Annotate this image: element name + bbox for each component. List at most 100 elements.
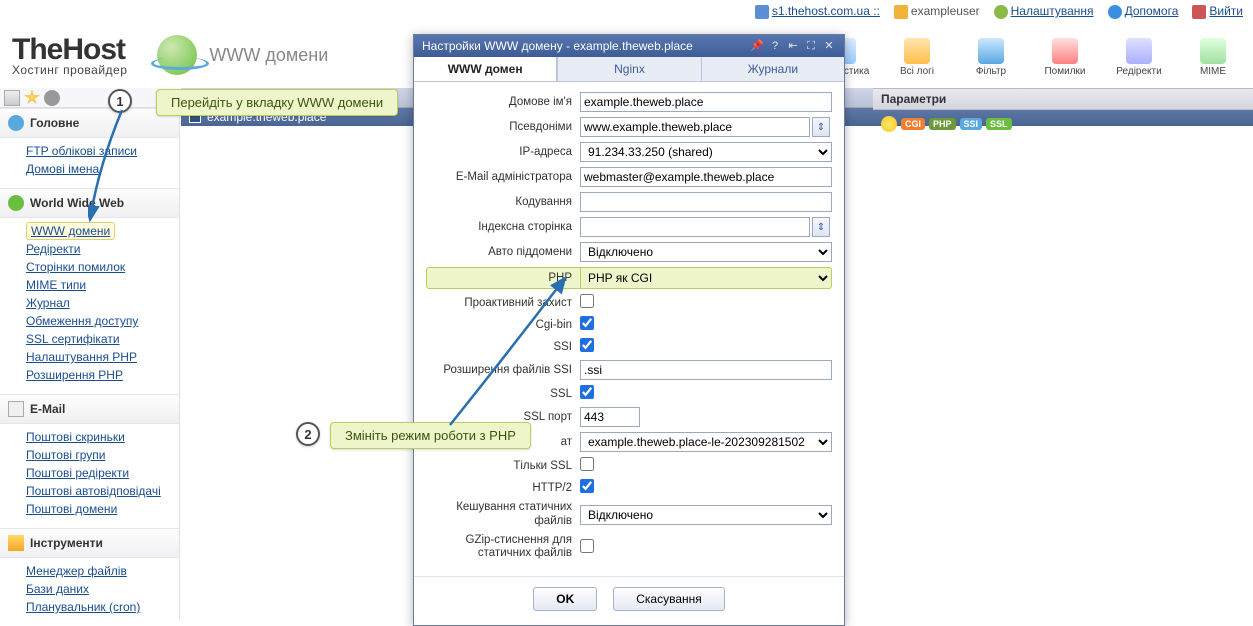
settings-link[interactable]: Налаштування bbox=[1011, 4, 1094, 18]
lbl-ssi: SSI bbox=[426, 341, 580, 353]
minimize-icon[interactable]: ⇤ bbox=[786, 39, 800, 53]
input-ssl-port[interactable] bbox=[580, 407, 640, 427]
close-icon[interactable]: ✕ bbox=[822, 39, 836, 53]
sidebar-item-redirects[interactable]: Редіректи bbox=[26, 240, 179, 258]
chk-http2[interactable] bbox=[580, 479, 594, 493]
sidebar-item-phpext[interactable]: Розширення PHP bbox=[26, 366, 179, 384]
sidebar-section-www[interactable]: World Wide Web bbox=[30, 196, 124, 210]
chk-gzip[interactable] bbox=[580, 539, 594, 553]
tab-nginx[interactable]: Nginx bbox=[557, 57, 700, 81]
tools-icon bbox=[8, 535, 24, 551]
sidebar-item-autoreply[interactable]: Поштові автовідповідачі bbox=[26, 482, 179, 500]
sidebar-item-errorpages[interactable]: Сторінки помилок bbox=[26, 258, 179, 276]
chk-cgibin[interactable] bbox=[580, 316, 594, 330]
tab-logs[interactable]: Журнали bbox=[701, 57, 844, 81]
list-view-icon[interactable] bbox=[4, 90, 20, 106]
globe-icon bbox=[157, 35, 197, 75]
settings-icon[interactable] bbox=[44, 90, 60, 106]
select-static-cache[interactable]: Відключено bbox=[580, 505, 832, 525]
tb-errors[interactable]: Помилки bbox=[1035, 38, 1095, 77]
sidebar-item-databases[interactable]: Бази даних bbox=[26, 580, 179, 598]
callout-1: Перейдіть у вкладку WWW домени bbox=[156, 89, 398, 116]
sidebar-item-access[interactable]: Обмеження доступу bbox=[26, 312, 179, 330]
lbl-ssl: SSL bbox=[426, 388, 580, 400]
maximize-icon[interactable]: ⛶ bbox=[804, 39, 818, 53]
index-expand-button[interactable]: ⇕ bbox=[812, 217, 830, 237]
aliases-expand-button[interactable]: ⇕ bbox=[812, 117, 830, 137]
sidebar-section-tools[interactable]: Інструменти bbox=[30, 536, 103, 550]
step-badge-2: 2 bbox=[296, 422, 320, 446]
error-icon bbox=[1052, 38, 1078, 64]
page-title: WWW домени bbox=[209, 45, 328, 66]
input-aliases[interactable] bbox=[580, 117, 810, 137]
bulb-icon bbox=[881, 116, 897, 132]
lbl-proactive: Проактивний захист bbox=[426, 297, 580, 309]
sidebar-item-mailgroups[interactable]: Поштові групи bbox=[26, 446, 179, 464]
sidebar-item-ftp[interactable]: FTP облікові записи bbox=[26, 142, 179, 160]
dialog-title: Настройки WWW домену - example.theweb.pl… bbox=[422, 39, 693, 53]
chk-ssi[interactable] bbox=[580, 338, 594, 352]
lbl-only-ssl: Тільки SSL bbox=[426, 460, 580, 472]
lbl-php: PHP bbox=[426, 267, 580, 289]
sidebar-item-mailboxes[interactable]: Поштові скриньки bbox=[26, 428, 179, 446]
sidebar-item-webscripts[interactable]: Web-скрипти (APS) bbox=[26, 616, 179, 620]
badge-ssl: SSL bbox=[986, 118, 1012, 130]
lbl-admin-email: E-Mail адміністратора bbox=[426, 171, 580, 183]
sidebar-item-ssl[interactable]: SSL сертифікати bbox=[26, 330, 179, 348]
tb-redirects[interactable]: Редіректи bbox=[1109, 38, 1169, 77]
lbl-index: Індексна сторінка bbox=[426, 221, 580, 233]
chk-proactive[interactable] bbox=[580, 294, 594, 308]
cancel-button[interactable]: Скасування bbox=[613, 587, 725, 611]
sidebar-item-www-domains[interactable]: WWW домени bbox=[26, 222, 115, 240]
input-index[interactable] bbox=[580, 217, 810, 237]
sidebar-item-domains[interactable]: Домові імена bbox=[26, 160, 179, 178]
globe-small-icon bbox=[8, 195, 24, 211]
help-dialog-icon[interactable]: ? bbox=[768, 39, 782, 53]
exit-link[interactable]: Вийти bbox=[1209, 4, 1243, 18]
scroll-icon bbox=[904, 38, 930, 64]
chk-only-ssl[interactable] bbox=[580, 457, 594, 471]
input-domain-name[interactable] bbox=[580, 92, 832, 112]
sidebar-item-filemanager[interactable]: Менеджер файлів bbox=[26, 562, 179, 580]
sidebar-section-home[interactable]: Головне bbox=[30, 116, 79, 130]
tab-www-domain[interactable]: WWW домен bbox=[414, 57, 557, 81]
input-admin-email[interactable] bbox=[580, 167, 832, 187]
input-encoding[interactable] bbox=[580, 192, 832, 212]
gear-icon bbox=[994, 5, 1008, 19]
tb-logs[interactable]: Всі логі bbox=[887, 38, 947, 77]
sidebar-section-email[interactable]: E-Mail bbox=[30, 402, 65, 416]
select-autosub[interactable]: Відключено bbox=[580, 242, 832, 262]
tb-mime[interactable]: MIME bbox=[1183, 38, 1243, 77]
funnel-icon bbox=[978, 38, 1004, 64]
sidebar-item-mailredir[interactable]: Поштові редіректи bbox=[26, 464, 179, 482]
lbl-domain-name: Домове ім'я bbox=[426, 96, 580, 108]
select-php-mode[interactable]: PHP як CGI bbox=[580, 267, 832, 289]
sidebar-item-mimetypes[interactable]: MIME типи bbox=[26, 276, 179, 294]
params-header: Параметри bbox=[873, 88, 1253, 110]
sidebar-item-maildomains[interactable]: Поштові домени bbox=[26, 500, 179, 518]
badge-php: PHP bbox=[929, 118, 956, 130]
star-icon[interactable] bbox=[24, 90, 40, 106]
mail-icon bbox=[8, 401, 24, 417]
home-icon bbox=[8, 115, 24, 131]
tb-filter[interactable]: Фільтр bbox=[961, 38, 1021, 77]
help-link[interactable]: Допомога bbox=[1125, 4, 1179, 18]
sidebar-item-phpsettings[interactable]: Налаштування PHP bbox=[26, 348, 179, 366]
user-icon bbox=[894, 5, 908, 19]
server-link[interactable]: s1.thehost.com.ua :: bbox=[772, 4, 880, 18]
chk-ssl[interactable] bbox=[580, 385, 594, 399]
lbl-autosub: Авто піддомени bbox=[426, 246, 580, 258]
select-ip[interactable]: 91.234.33.250 (shared) bbox=[580, 142, 832, 162]
ok-button[interactable]: OK bbox=[533, 587, 597, 611]
lbl-static-cache: Кешування статичних файлів bbox=[426, 501, 580, 529]
input-ssi-ext[interactable] bbox=[580, 360, 832, 380]
exit-icon bbox=[1192, 5, 1206, 19]
sidebar-item-journal[interactable]: Журнал bbox=[26, 294, 179, 312]
pin-icon[interactable]: 📌 bbox=[750, 39, 764, 53]
lbl-aliases: Псевдоніми bbox=[426, 121, 580, 133]
help-icon bbox=[1108, 5, 1122, 19]
server-icon bbox=[755, 5, 769, 19]
redirect-icon bbox=[1126, 38, 1152, 64]
select-ssl-cert[interactable]: example.theweb.place-le-202309281502 bbox=[580, 432, 832, 452]
sidebar-item-cron[interactable]: Планувальник (cron) bbox=[26, 598, 179, 616]
